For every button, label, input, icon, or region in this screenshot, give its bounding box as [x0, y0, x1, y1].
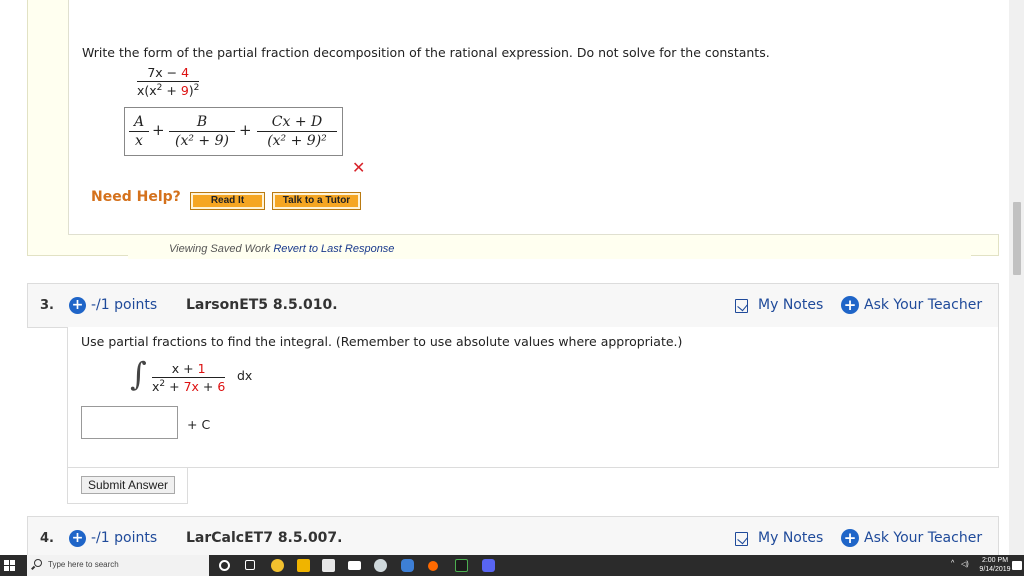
- question-id: LarsonET5 8.5.010.: [186, 297, 338, 313]
- integrand-fraction: x + 1 x2 + 7x + 6: [152, 361, 226, 395]
- plus-c-label: + C: [187, 417, 211, 432]
- ask-your-teacher-link[interactable]: Ask Your Teacher: [864, 530, 982, 546]
- partial-fraction-answer-field[interactable]: A x + B (x² + 9) + Cx + D (x² + 9)²: [124, 107, 343, 156]
- settings-icon[interactable]: [374, 559, 387, 572]
- webassign-page: Write the form of the partial fraction d…: [0, 0, 1024, 576]
- question-id: LarCalcET7 8.5.007.: [186, 530, 343, 546]
- shield-icon[interactable]: [401, 559, 414, 572]
- tray-arrow-icon[interactable]: ^: [951, 560, 954, 567]
- expand-plus-icon[interactable]: +: [69, 297, 86, 314]
- submit-answer-button[interactable]: Submit Answer: [81, 476, 175, 494]
- ask-teacher-plus-icon[interactable]: +: [841, 296, 859, 314]
- read-it-button[interactable]: Read It: [190, 192, 265, 210]
- dx-label: dx: [237, 368, 253, 383]
- taskbar: Type here to search ^ ◁) 2:00 PM 9/14/20…: [0, 555, 1024, 576]
- term-cx-plus-d: Cx + D (x² + 9)²: [257, 114, 337, 150]
- rational-expression: 7x − 4 x(x2 + 9)2: [137, 65, 200, 99]
- question-number: 4.: [40, 531, 54, 546]
- plus-sign: +: [152, 121, 165, 139]
- file-explorer-icon[interactable]: [297, 559, 310, 572]
- points-label: -/1 points: [91, 297, 158, 313]
- revert-link[interactable]: Revert to Last Response: [273, 243, 394, 255]
- expand-plus-icon[interactable]: +: [69, 530, 86, 547]
- app-icon[interactable]: [455, 559, 468, 572]
- clock[interactable]: 2:00 PM 9/14/2019: [977, 556, 1013, 574]
- chrome-icon[interactable]: [271, 559, 284, 572]
- store-icon[interactable]: [322, 559, 335, 572]
- question-3-content: Use partial fractions to find the integr…: [67, 327, 999, 468]
- incorrect-x-icon: ✕: [352, 158, 366, 177]
- integral-answer-input[interactable]: [81, 406, 178, 439]
- app-icon[interactable]: [428, 561, 438, 571]
- expression-denominator: x(x2 + 9)2: [137, 83, 200, 99]
- need-help-label: Need Help?: [91, 189, 181, 205]
- question-2-content: Write the form of the partial fraction d…: [68, 0, 999, 235]
- taskbar-search-box[interactable]: Type here to search: [27, 555, 209, 576]
- talk-to-tutor-button[interactable]: Talk to a Tutor: [272, 192, 361, 210]
- clock-date: 9/14/2019: [979, 566, 1011, 573]
- search-icon: [34, 559, 42, 567]
- question-3-prompt: Use partial fractions to find the integr…: [81, 334, 683, 349]
- expression-numerator: 7x − 4: [137, 65, 200, 82]
- volume-icon[interactable]: ◁): [961, 560, 969, 568]
- term-b: B (x² + 9): [169, 114, 235, 150]
- question-3-header: 3. + -/1 points LarsonET5 8.5.010. My No…: [27, 283, 999, 328]
- mail-icon[interactable]: [348, 561, 361, 570]
- plus-sign: +: [239, 121, 252, 139]
- submit-area: Submit Answer: [67, 468, 188, 504]
- notes-icon[interactable]: [735, 299, 748, 313]
- scrollbar-thumb[interactable]: [1013, 202, 1021, 275]
- ask-your-teacher-link[interactable]: Ask Your Teacher: [864, 297, 982, 313]
- search-placeholder: Type here to search: [48, 560, 119, 569]
- question-number: 3.: [40, 298, 54, 313]
- points-label: -/1 points: [91, 530, 158, 546]
- notes-icon[interactable]: [735, 532, 748, 546]
- question-2-prompt: Write the form of the partial fraction d…: [82, 45, 770, 60]
- ask-teacher-plus-icon[interactable]: +: [841, 529, 859, 547]
- cortana-icon[interactable]: [219, 560, 230, 571]
- saved-work-bar: Viewing Saved Work Revert to Last Respon…: [128, 240, 971, 259]
- clock-time: 2:00 PM: [981, 557, 1009, 564]
- my-notes-link[interactable]: My Notes: [758, 297, 823, 313]
- integrand-numerator: x + 1: [152, 361, 226, 378]
- windows-start-icon[interactable]: [4, 560, 15, 571]
- integrand-denominator: x2 + 7x + 6: [152, 379, 226, 395]
- notifications-icon[interactable]: [1012, 561, 1022, 570]
- page-scrollbar[interactable]: [1009, 0, 1024, 555]
- discord-icon[interactable]: [482, 559, 495, 572]
- term-a-over-x: A x: [129, 114, 149, 150]
- question-2-panel: Write the form of the partial fraction d…: [27, 0, 999, 256]
- viewing-saved-label: Viewing Saved Work: [169, 243, 274, 255]
- integral-sign: ∫: [130, 355, 147, 393]
- my-notes-link[interactable]: My Notes: [758, 530, 823, 546]
- task-view-icon[interactable]: [245, 560, 255, 570]
